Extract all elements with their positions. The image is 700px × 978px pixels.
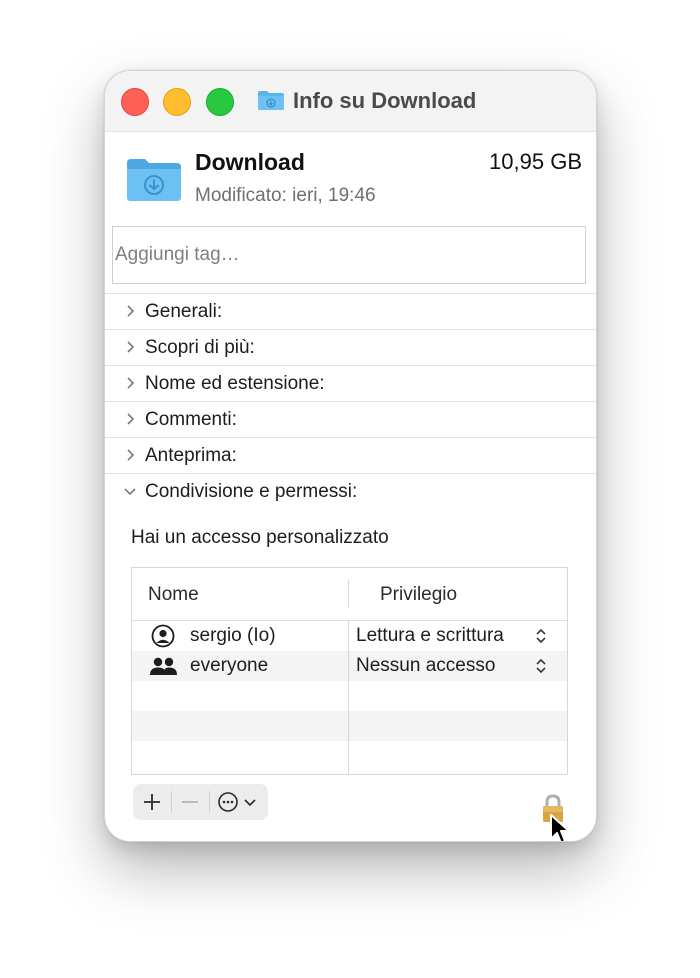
section-label: Condivisione e permessi: <box>145 481 358 502</box>
zoom-button[interactable] <box>206 88 234 116</box>
section-condivisione[interactable]: Condivisione e permessi: <box>105 473 596 509</box>
access-status-text: Hai un accesso personalizzato <box>131 527 389 548</box>
privilege-select[interactable]: Nessun accesso <box>356 655 495 677</box>
chevron-right-icon <box>127 413 135 425</box>
info-window: Info su Download Download 10,95 GB Modif… <box>104 70 597 842</box>
modified-date: Modificato: ieri, 19:46 <box>195 185 376 206</box>
chevron-right-icon <box>127 449 135 461</box>
column-header-nome[interactable]: Nome <box>148 584 199 606</box>
item-size: 10,95 GB <box>489 149 582 174</box>
plus-icon[interactable] <box>141 791 163 813</box>
table-row[interactable]: sergio (Io) Lettura e scrittura <box>132 621 567 651</box>
table-header: Nome Privilegio <box>132 568 567 621</box>
section-commenti[interactable]: Commenti: <box>105 401 596 437</box>
info-sections: Generali: Scopri di più: Nome ed estensi… <box>105 293 596 509</box>
empty-row <box>132 741 567 771</box>
section-label: Commenti: <box>145 409 237 430</box>
updown-chevron-icon[interactable] <box>534 658 548 674</box>
column-divider <box>348 580 349 608</box>
download-folder-icon <box>127 159 181 201</box>
empty-row <box>132 711 567 741</box>
section-label: Nome ed estensione: <box>145 373 325 394</box>
cursor-arrow-icon <box>550 814 570 841</box>
updown-chevron-icon[interactable] <box>534 628 548 644</box>
column-header-privilegio[interactable]: Privilegio <box>380 584 457 606</box>
chevron-right-icon <box>127 341 135 353</box>
section-label: Anteprima: <box>145 445 237 466</box>
toolbar-divider <box>209 791 210 813</box>
section-generali[interactable]: Generali: <box>105 293 596 329</box>
section-label: Scopri di più: <box>145 337 255 358</box>
section-anteprima[interactable]: Anteprima: <box>105 437 596 473</box>
close-button[interactable] <box>121 88 149 116</box>
user-name: everyone <box>190 655 269 676</box>
toolbar-divider <box>171 791 172 813</box>
user-icon <box>151 624 175 648</box>
permissions-toolbar <box>133 784 268 820</box>
folder-icon <box>258 91 284 110</box>
item-name: Download <box>195 149 305 175</box>
column-divider <box>348 620 349 774</box>
chevron-down-icon <box>124 488 136 496</box>
permissions-table: Nome Privilegio sergio (Io) Lettura e sc… <box>131 567 568 775</box>
chevron-right-icon <box>127 305 135 317</box>
section-nome-estensione[interactable]: Nome ed estensione: <box>105 365 596 401</box>
section-label: Generali: <box>145 301 223 322</box>
empty-row <box>132 681 567 711</box>
tags-input[interactable] <box>112 226 586 284</box>
section-scopri[interactable]: Scopri di più: <box>105 329 596 365</box>
table-row[interactable]: everyone Nessun accesso <box>132 651 567 681</box>
ellipsis-icon[interactable] <box>217 791 239 813</box>
chevron-right-icon <box>127 377 135 389</box>
window-title: Info su Download <box>293 88 477 113</box>
group-icon <box>150 657 177 675</box>
user-name: sergio (Io) <box>190 625 276 646</box>
minimize-button[interactable] <box>163 88 191 116</box>
privilege-select[interactable]: Lettura e scrittura <box>356 625 504 647</box>
title-bar: Info su Download <box>105 71 596 132</box>
minus-icon[interactable] <box>179 791 201 813</box>
chevron-down-icon[interactable] <box>243 795 257 809</box>
